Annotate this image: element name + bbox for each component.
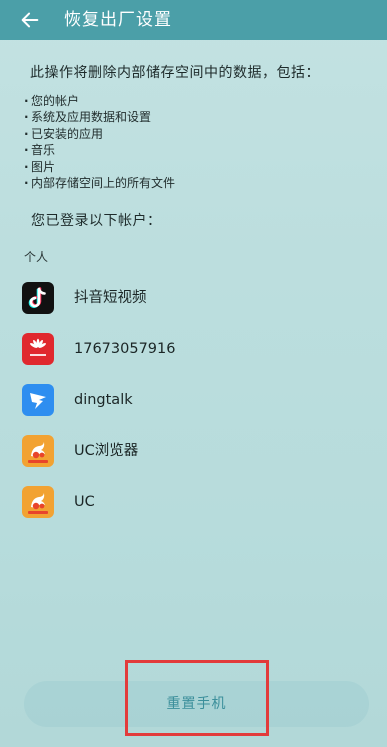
account-name: UC [74,494,95,510]
douyin-icon [22,282,54,314]
account-name: 抖音短视频 [74,290,147,306]
data-item: 音乐 [24,142,175,158]
section-label-personal: 个人 [24,250,49,264]
data-item: 系统及应用数据和设置 [24,109,175,125]
uc-icon [22,486,54,518]
reset-phone-button[interactable]: 重置手机 [24,681,369,727]
data-item: 您的帐户 [24,93,175,109]
account-name: dingtalk [74,392,133,408]
data-item: 图片 [24,159,175,175]
account-row-uc-browser[interactable]: UC浏览器 [0,425,387,476]
account-name: 17673057916 [74,341,176,357]
accounts-heading: 您已登录以下帐户： [31,213,162,229]
arrow-left-icon [21,12,39,28]
accounts-list: 抖音短视频 17673057916 dingtalk UC浏览器 UC [0,272,387,527]
reset-phone-label: 重置手机 [166,696,227,712]
account-row-douyin[interactable]: 抖音短视频 [0,272,387,323]
data-item: 已安装的应用 [24,126,175,142]
intro-text: 此操作将删除内部储存空间中的数据，包括： [30,65,320,81]
huawei-icon [22,333,54,365]
account-row-huawei[interactable]: 17673057916 [0,323,387,374]
title-bar: 恢复出厂设置 [0,0,387,40]
data-items-list: 您的帐户 系统及应用数据和设置 已安装的应用 音乐 图片 内部存储空间上的所有文… [24,93,175,191]
dingtalk-icon [22,384,54,416]
data-item: 内部存储空间上的所有文件 [24,175,175,191]
back-button[interactable] [12,4,48,36]
account-name: UC浏览器 [74,443,139,459]
page-title: 恢复出厂设置 [64,10,172,30]
account-row-dingtalk[interactable]: dingtalk [0,374,387,425]
uc-browser-icon [22,435,54,467]
account-row-uc[interactable]: UC [0,476,387,527]
